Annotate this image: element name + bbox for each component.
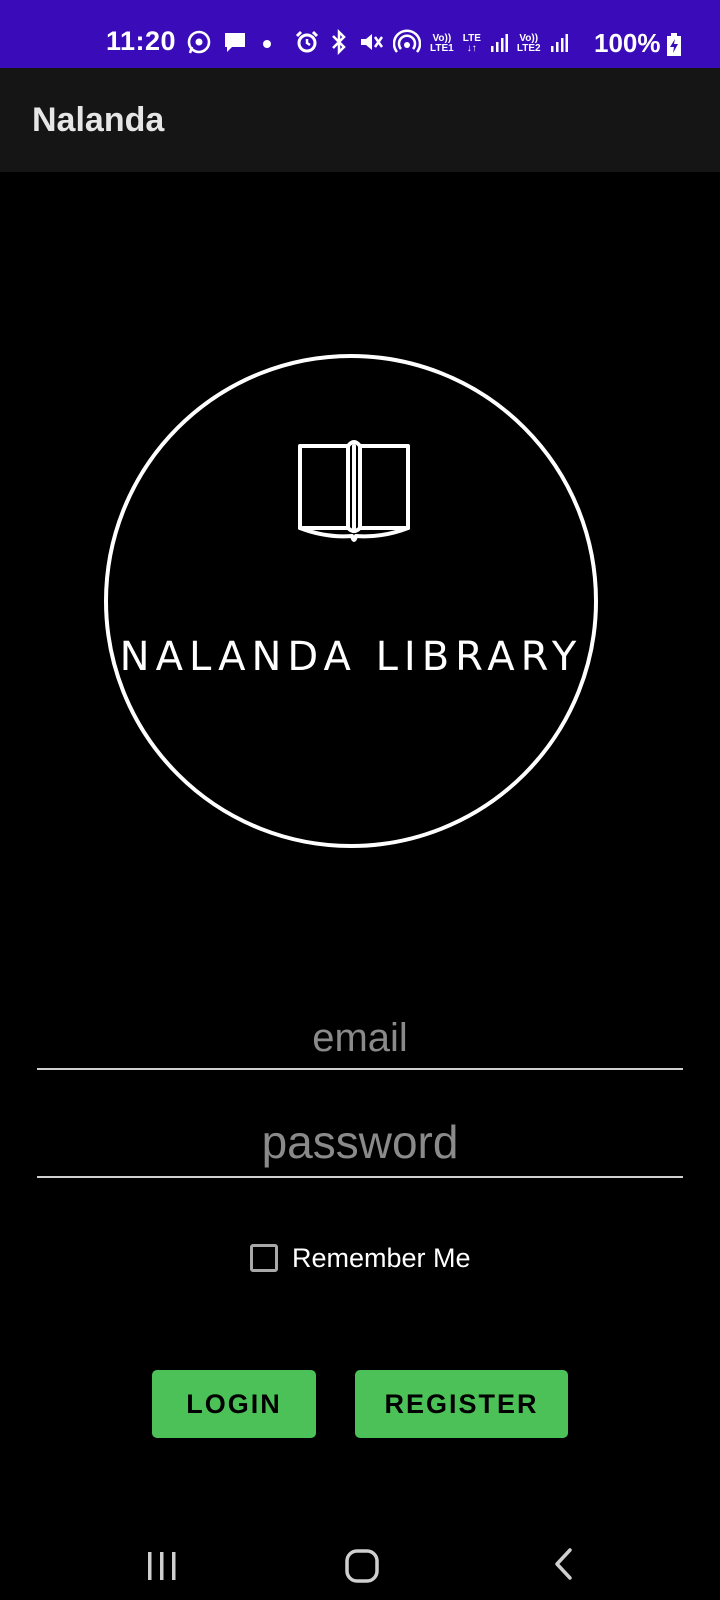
signal-icon	[490, 31, 508, 58]
mute-vibrate-icon	[358, 29, 384, 60]
hotspot-icon	[392, 28, 422, 60]
bluetooth-icon	[329, 28, 349, 60]
app-title: Nalanda	[32, 101, 165, 139]
battery-percentage: 100%	[594, 28, 661, 58]
status-bar: 11:20 Vo)) LTE1 LTE ↓↑ Vo)) LTE2 100%	[0, 0, 720, 68]
system-nav-bar	[0, 1508, 720, 1600]
whatsapp-icon	[186, 29, 212, 60]
volte-lte1-indicator: Vo)) LTE1	[430, 33, 454, 54]
login-button[interactable]: LOGIN	[152, 1370, 316, 1438]
back-icon[interactable]	[552, 1546, 576, 1587]
signal-icon	[550, 31, 568, 58]
home-icon[interactable]	[344, 1548, 380, 1589]
message-icon	[222, 29, 248, 60]
volte-lte2-indicator: Vo)) LTE2	[516, 33, 541, 54]
notification-icons	[186, 28, 276, 60]
remember-me-checkbox[interactable]	[250, 1244, 278, 1272]
password-field[interactable]	[37, 1108, 683, 1178]
lte-data-indicator: LTE ↓↑	[462, 33, 481, 54]
recents-icon[interactable]	[146, 1552, 178, 1585]
system-icons: Vo)) LTE1 LTE ↓↑ Vo)) LTE2	[294, 28, 568, 60]
status-time: 11:20	[106, 26, 177, 56]
library-logo: NALANDA LIBRARY	[104, 354, 598, 848]
email-field[interactable]	[37, 1008, 683, 1070]
remember-me-row[interactable]: Remember Me	[250, 1240, 471, 1276]
dot-icon	[258, 33, 276, 56]
register-button[interactable]: REGISTER	[355, 1370, 568, 1438]
logo-text: NALANDA LIBRARY	[119, 634, 583, 680]
alarm-icon	[294, 29, 320, 60]
battery-charging-icon	[666, 33, 682, 62]
logo-circle	[104, 354, 598, 848]
open-book-icon	[296, 436, 412, 549]
remember-me-label[interactable]: Remember Me	[292, 1243, 471, 1274]
